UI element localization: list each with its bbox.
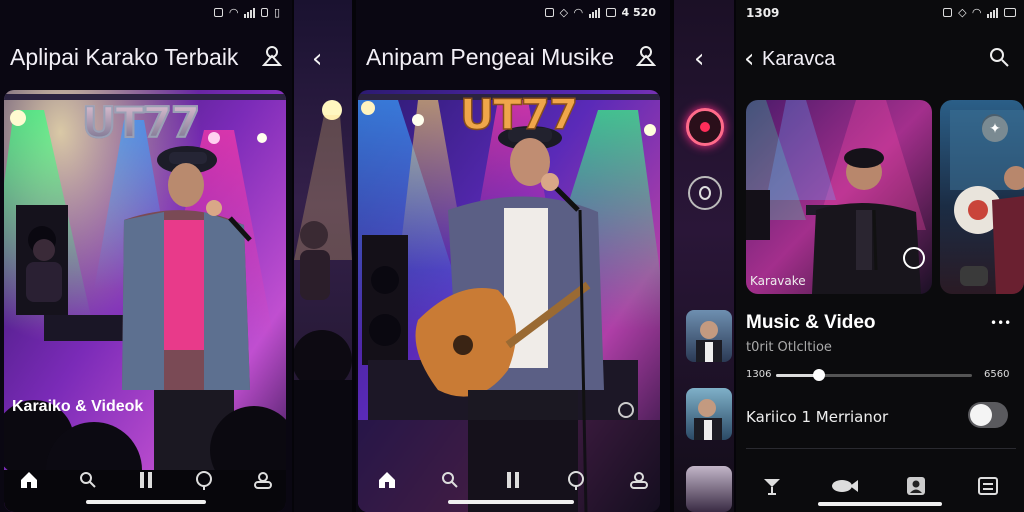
brand-logo: UT77 [81,97,201,148]
cocktail-icon[interactable] [755,469,789,503]
home-indicator [448,500,574,504]
mic-icon[interactable] [187,463,221,497]
playback-slider[interactable] [776,369,972,381]
toggle-knob [970,404,992,426]
record-dot-icon [700,122,710,132]
search-icon[interactable] [988,46,1010,74]
status-bar: ◇ ◠ [943,6,1016,19]
alarm-icon [943,8,953,17]
app-showcase: ◠ ▯ Aplipai Karako Terbaik UT77 Karaiko … [0,0,1024,512]
battery-icon [260,8,268,17]
pause-icon[interactable] [129,463,163,497]
screen-library: 1309 ◇ ◠ ‹ Karavca Karavake ✦ Music & Vi… [736,0,1024,512]
page-title: Anipam Pengeai Musike [366,44,615,70]
settings-icon[interactable] [618,402,634,418]
status-time: 1309 [746,6,780,20]
alarm-icon [544,8,554,17]
time-start: 1306 [746,369,772,380]
home-icon[interactable] [12,463,46,497]
section-title: Music & Video [746,312,876,333]
wifi-icon: ◠ [574,6,583,19]
battery-icon [1004,8,1016,17]
brand-logo: UT77 [459,89,579,140]
playback-thumb[interactable] [813,369,826,381]
lock-icon: ▯ [273,6,280,19]
record-button[interactable] [686,108,724,146]
section-caption: Karaiko & Videok [12,398,144,415]
status-bar: ◠ ▯ [214,6,280,19]
pause-icon[interactable] [496,463,530,497]
section-subtitle: t0rit Otlcltioe [746,340,832,355]
battery-icon [605,8,616,17]
thumbnail-crowd[interactable] [686,466,732,512]
mic-icon[interactable] [559,463,593,497]
screen-peek-b: ‹ [674,0,734,512]
profile-icon[interactable] [635,45,657,73]
thumbnail-singer-2[interactable] [686,388,732,440]
fish-icon[interactable] [827,469,861,503]
back-icon[interactable]: ‹ [744,44,754,74]
signal-icon [987,7,998,18]
screen-music-player: ◇ ◠ 4 520 Anipam Pengeai Musike UT77 [356,0,670,512]
shield-icon: ◇ [958,6,967,19]
time-end: 6560 [984,369,1010,380]
home-icon[interactable] [370,463,404,497]
page-title: Aplipai Karako Terbaik [10,44,239,70]
featured-card[interactable] [746,100,932,294]
loop-button[interactable] [688,176,722,210]
wifi-icon: ◠ [229,6,238,19]
profile-icon[interactable] [246,463,280,497]
status-bar: ◇ ◠ 4 520 [544,6,656,19]
wifi-icon: ◠ [972,6,981,19]
share-icon[interactable]: ✦ [982,116,1008,142]
signal-icon [588,7,600,18]
list-icon[interactable] [971,469,1005,503]
home-indicator [86,500,206,504]
toggle-label: Kariico 1 Merrianor [746,408,889,426]
signal-icon [243,7,255,18]
more-menu-icon[interactable]: ••• [990,316,1011,330]
thumbnail-singer-1[interactable] [686,310,732,362]
contact-icon[interactable] [899,469,933,503]
back-icon[interactable]: ‹ [694,44,704,74]
search-icon[interactable] [433,463,467,497]
page-title: Karavca [762,48,836,70]
screen-karaoke-home: ◠ ▯ Aplipai Karako Terbaik UT77 Karaiko … [0,0,292,512]
divider [746,448,1016,449]
search-icon[interactable] [71,463,105,497]
alarm-icon [214,8,224,17]
profile-icon[interactable] [622,463,656,497]
home-indicator [818,502,942,506]
shield-icon: ◇ [559,6,569,19]
card-label: Karavake [750,274,806,288]
toggle-switch[interactable] [968,402,1008,428]
screen-peek-a: ‹ [294,0,352,512]
loop-icon [699,186,711,200]
profile-icon[interactable] [261,45,283,73]
status-time: 4 520 [621,6,656,19]
